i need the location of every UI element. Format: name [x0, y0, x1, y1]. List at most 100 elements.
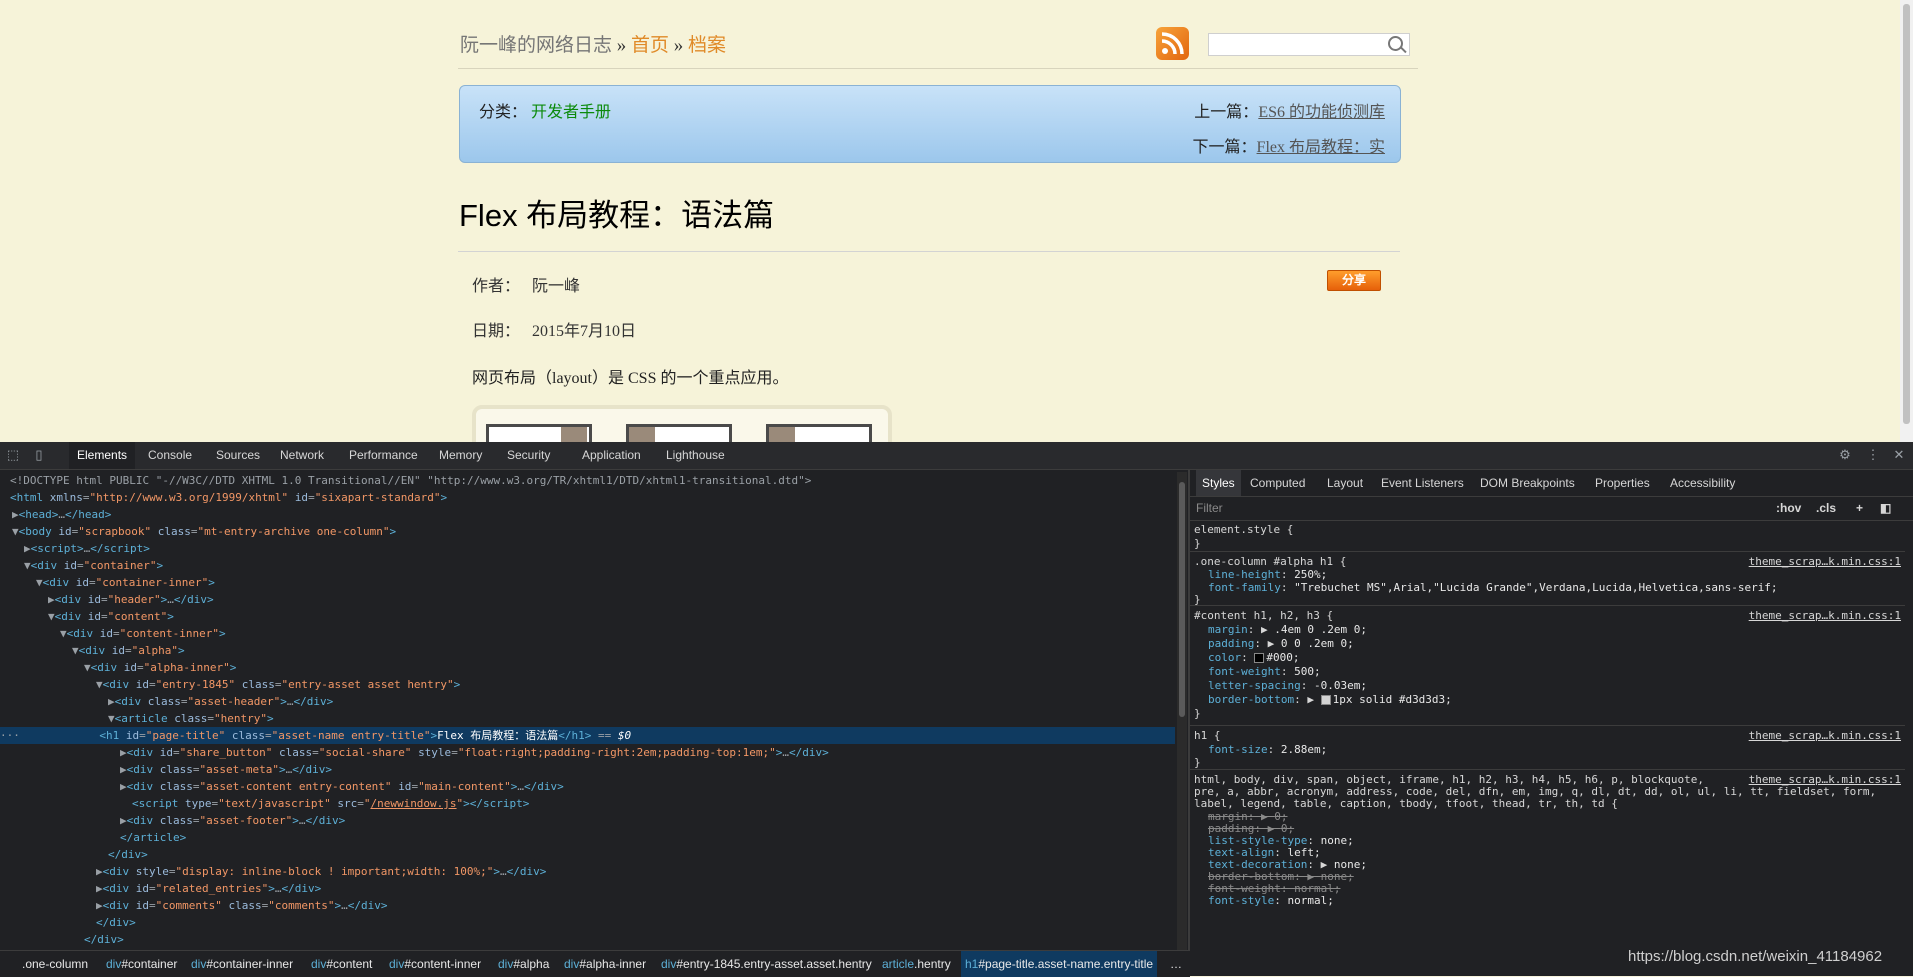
elements-scrollbar[interactable] [1177, 472, 1187, 950]
dom-node-div-close[interactable]: </div> [0, 914, 1175, 931]
breadcrumb-item[interactable]: div#alpha [498, 957, 549, 971]
css-value[interactable]: 250%; [1294, 568, 1327, 581]
cls-toggle[interactable]: .cls [1816, 501, 1836, 515]
dom-node-script[interactable]: ▶<script>…</script> [0, 540, 1175, 557]
rule-source-link[interactable]: theme_scrap…k.min.css:1 [1749, 609, 1901, 623]
tab-lighthouse[interactable]: Lighthouse [666, 442, 725, 469]
dom-node-body[interactable]: ▼<body id="scrapbook" class="mt-entry-ar… [0, 523, 1175, 540]
doctype-line[interactable]: <!DOCTYPE html PUBLIC "-//W3C//DTD XHTML… [0, 472, 1175, 489]
search-input[interactable] [1208, 33, 1410, 56]
css-property[interactable]: font-size [1208, 743, 1268, 756]
dom-node-related[interactable]: ▶<div id="related_entries">…</div> [0, 880, 1175, 897]
css-value[interactable]: #000; [1266, 651, 1299, 664]
css-property[interactable]: border-bottom [1208, 693, 1294, 706]
dom-node-asset-footer[interactable]: ▶<div class="asset-footer">…</div> [0, 812, 1175, 829]
breadcrumb-item[interactable]: div#alpha-inner [564, 957, 646, 971]
breadcrumb-more[interactable]: … [1170, 957, 1182, 971]
breadcrumb-item[interactable]: div#content-inner [389, 957, 481, 971]
tab-console[interactable]: Console [148, 442, 192, 469]
dom-node-container[interactable]: ▼<div id="container"> [0, 557, 1175, 574]
tab-memory[interactable]: Memory [439, 442, 482, 469]
dom-node-article-close[interactable]: </article> [0, 829, 1175, 846]
sidebar-toggle-icon[interactable]: ◧ [1880, 501, 1891, 515]
page-scrollbar[interactable] [1900, 0, 1913, 442]
more-options-icon[interactable]: ⋮ [1866, 448, 1880, 462]
dom-node-script-newwindow[interactable]: <script type="text/javascript" src="/new… [0, 795, 1175, 812]
nav-home-link[interactable]: 首页 [631, 35, 669, 56]
dom-node-asset-header[interactable]: ▶<div class="asset-header">…</div> [0, 693, 1175, 710]
tab-event-listeners[interactable]: Event Listeners [1381, 470, 1464, 496]
css-property[interactable]: padding [1208, 637, 1254, 650]
tab-elements[interactable]: Elements [69, 442, 136, 469]
tab-application[interactable]: Application [582, 442, 641, 469]
dom-node-header[interactable]: ▶<div id="header">…</div> [0, 591, 1175, 608]
css-property[interactable]: font-style [1208, 894, 1274, 907]
inspect-element-icon[interactable]: ⬚ [6, 448, 20, 462]
new-rule-button[interactable]: + [1856, 501, 1863, 515]
nav-archive-link[interactable]: 档案 [688, 35, 726, 56]
css-property[interactable]: font-family [1208, 581, 1281, 594]
breadcrumb-item[interactable]: article.hentry [882, 957, 951, 971]
dom-node-inline-block[interactable]: ▶<div style="display: inline-block ! imp… [0, 863, 1175, 880]
dom-node-entry[interactable]: ▼<div id="entry-1845" class="entry-asset… [0, 676, 1175, 693]
tab-computed[interactable]: Computed [1250, 470, 1305, 496]
css-value[interactable]: 1px solid #d3d3d3; [1333, 693, 1452, 706]
css-property[interactable]: font-weight [1208, 665, 1281, 678]
gear-icon[interactable]: ⚙ [1838, 448, 1852, 462]
dom-node-container-inner[interactable]: ▼<div id="container-inner"> [0, 574, 1175, 591]
dom-node-share[interactable]: ▶<div id="share_button" class="social-sh… [0, 744, 1175, 761]
css-value[interactable]: normal; [1287, 894, 1333, 907]
dom-node-main-content[interactable]: ▶<div class="asset-content entry-content… [0, 778, 1175, 795]
blog-name-link[interactable]: 阮一峰的网络日志 » 首页 » 档案 [460, 30, 726, 57]
dom-node-article[interactable]: ▼<article class="hentry"> [0, 710, 1175, 727]
color-swatch[interactable] [1254, 653, 1265, 663]
css-value[interactable]: none; [1321, 834, 1354, 847]
tab-layout[interactable]: Layout [1327, 470, 1363, 496]
rule-source-link[interactable]: theme_scrap…k.min.css:1 [1749, 729, 1901, 743]
dom-node-alpha[interactable]: ▼<div id="alpha"> [0, 642, 1175, 659]
styles-filter-input[interactable]: Filter [1196, 501, 1223, 515]
color-swatch[interactable] [1320, 695, 1331, 705]
device-toggle-icon[interactable]: ▯ [32, 448, 46, 462]
css-value[interactable]: 2.88em; [1281, 743, 1327, 756]
category-link[interactable]: 开发者手册 [531, 104, 611, 121]
tab-styles[interactable]: Styles [1196, 470, 1241, 496]
breadcrumb-item[interactable]: div#container-inner [191, 957, 293, 971]
close-icon[interactable]: ✕ [1892, 448, 1906, 462]
css-property[interactable]: margin [1208, 623, 1248, 636]
breadcrumb-item[interactable]: div#content [311, 957, 372, 971]
breadcrumb-item-selected[interactable]: h1#page-title.asset-name.entry-title [961, 951, 1158, 977]
dom-node-html[interactable]: <html xmlns="http://www.w3.org/1999/xhtm… [0, 489, 1175, 506]
dom-node-asset-meta[interactable]: ▶<div class="asset-meta">…</div> [0, 761, 1175, 778]
dom-node-comments[interactable]: ▶<div id="comments" class="comments">…</… [0, 897, 1175, 914]
css-property[interactable]: color [1208, 651, 1241, 664]
rule-source-link[interactable]: theme_scrap…k.min.css:1 [1749, 555, 1901, 569]
dom-node-head[interactable]: ▶<head>…</head> [0, 506, 1175, 523]
rss-icon[interactable] [1156, 27, 1189, 60]
css-value[interactable]: -0.03em; [1314, 679, 1367, 692]
next-post-link[interactable]: Flex 布局教程：实 [1257, 139, 1385, 156]
css-property[interactable]: letter-spacing [1208, 679, 1301, 692]
tab-performance[interactable]: Performance [349, 442, 418, 469]
breadcrumb-item[interactable]: div#entry-1845.entry-asset.asset.hentry [661, 957, 872, 971]
dom-node-content-inner[interactable]: ▼<div id="content-inner"> [0, 625, 1175, 642]
breadcrumb-item[interactable]: div#container [106, 957, 177, 971]
css-value[interactable]: .4em 0 .2em 0; [1274, 623, 1367, 636]
dom-node-h1-selected[interactable]: ··· <h1 id="page-title" class="asset-nam… [0, 727, 1175, 744]
css-property[interactable]: line-height [1208, 568, 1281, 581]
search-icon[interactable] [1388, 36, 1403, 51]
dom-node-div-close[interactable]: </div> [0, 846, 1175, 863]
tab-network[interactable]: Network [280, 442, 324, 469]
tab-accessibility[interactable]: Accessibility [1670, 470, 1735, 496]
dom-node-alpha-inner[interactable]: ▼<div id="alpha-inner"> [0, 659, 1175, 676]
dom-node-content[interactable]: ▼<div id="content"> [0, 608, 1175, 625]
css-value[interactable]: 0 0 .2em 0; [1281, 637, 1354, 650]
dom-node-div-close[interactable]: </div> [0, 931, 1175, 948]
tab-security[interactable]: Security [507, 442, 550, 469]
css-value[interactable]: "Trebuchet MS",Arial,"Lucida Grande",Ver… [1294, 581, 1777, 594]
tab-sources[interactable]: Sources [216, 442, 260, 469]
prev-post-link[interactable]: ES6 的功能侦测库 [1258, 104, 1385, 121]
breadcrumb-item[interactable]: .one-column [22, 957, 88, 971]
tab-dom-breakpoints[interactable]: DOM Breakpoints [1480, 470, 1575, 496]
css-value[interactable]: 500; [1294, 665, 1321, 678]
